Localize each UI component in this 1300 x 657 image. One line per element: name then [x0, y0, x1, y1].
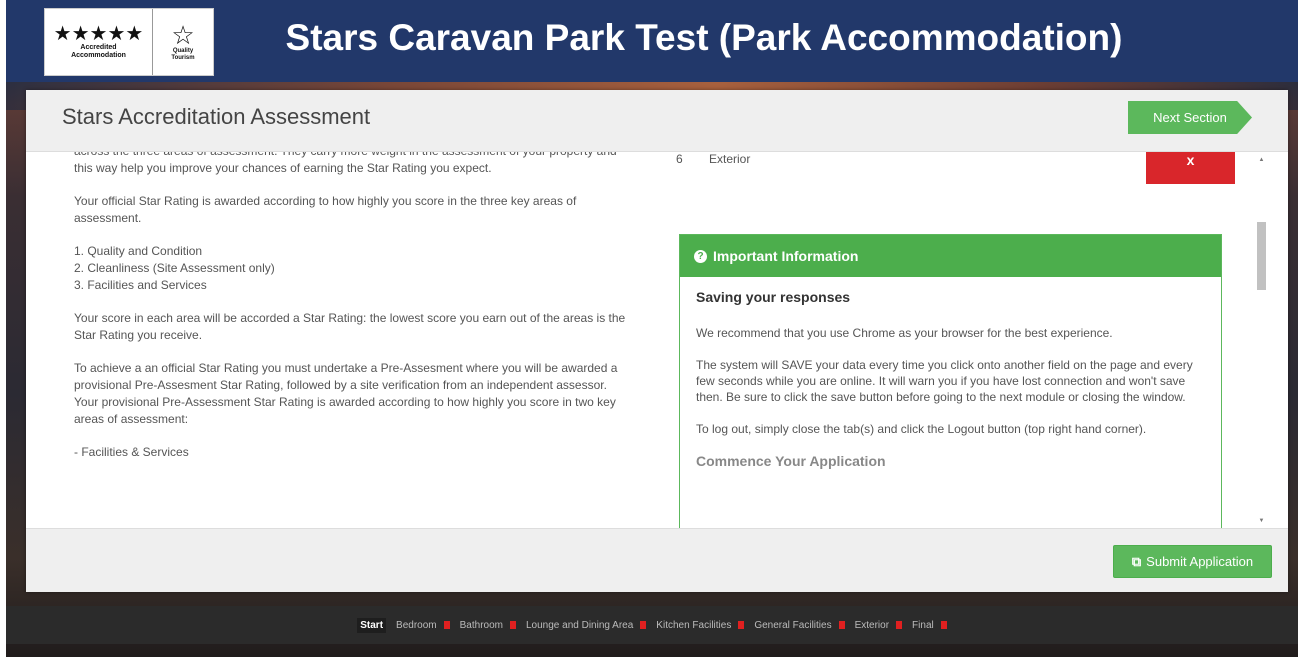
scroll-thumb[interactable] — [1257, 222, 1266, 290]
incomplete-marker-icon — [640, 621, 647, 629]
logo-tourism-text: Tourism — [171, 55, 195, 61]
panel-header: Stars Accreditation Assessment Next Sect… — [26, 90, 1288, 152]
incomplete-marker-icon — [738, 621, 745, 629]
intro-paragraph-5: - Facilities & Services — [74, 445, 189, 459]
logo-accredited-text: Accredited — [80, 44, 117, 51]
next-section-button[interactable]: Next Section — [1128, 101, 1252, 134]
nav-item-bathroom[interactable]: Bathroom — [460, 620, 516, 631]
info-paragraph-2: The system will SAVE your data every tim… — [696, 358, 1193, 404]
intro-paragraph-3: Your score in each area will be accorded… — [74, 311, 626, 342]
info-subheading: Commence Your Application — [696, 453, 886, 469]
nav-item-bedroom[interactable]: Bedroom — [396, 620, 450, 631]
quality-star-icon: ☆ — [171, 20, 195, 50]
submit-application-button[interactable]: ⧉ Submit Application — [1113, 545, 1272, 578]
nav-item-kitchen[interactable]: Kitchen Facilities — [656, 620, 745, 631]
background-frame: ★★★★★ Accredited Accommodation ☆ Quality… — [6, 0, 1298, 657]
star-accreditation-logo: ★★★★★ Accredited Accommodation — [45, 9, 153, 75]
info-heading: Saving your responses — [696, 289, 851, 305]
incomplete-marker-icon — [509, 621, 516, 629]
panel-footer: ⧉ Submit Application — [26, 528, 1288, 592]
list-item: 1. Quality and Condition — [74, 244, 203, 258]
page-title: Stars Caravan Park Test (Park Accommodat… — [285, 17, 1123, 58]
module-row-exterior: 6 Exterior x — [671, 152, 1235, 188]
info-box-body: Saving your responses We recommend that … — [680, 277, 1221, 481]
logo-accommodation-text: Accommodation — [71, 52, 126, 59]
right-column: 6 Exterior x ? Important Information Sav… — [671, 152, 1251, 528]
content-scrollbar[interactable]: ▲ ▼ — [1254, 152, 1268, 528]
logo-quality-text: Quality — [172, 48, 194, 54]
edit-icon: ⧉ — [1131, 553, 1142, 569]
scroll-down-arrow-icon[interactable]: ▼ — [1257, 517, 1266, 526]
info-box-title: Important Information — [713, 248, 859, 264]
module-label: Exterior — [709, 152, 751, 166]
info-paragraph-1: We recommend that you use Chrome as your… — [696, 326, 1113, 340]
intro-paragraph-2: Your official Star Rating is awarded acc… — [74, 194, 577, 225]
nav-item-general-facilities[interactable]: General Facilities — [754, 620, 845, 631]
panel-title: Stars Accreditation Assessment — [62, 104, 371, 129]
nav-item-start[interactable]: Start — [357, 617, 387, 633]
nav-item-exterior[interactable]: Exterior — [855, 620, 903, 631]
submit-label: Submit Application — [1146, 554, 1254, 569]
important-information-box: ? Important Information Saving your resp… — [679, 234, 1222, 528]
list-item: 2. Cleanliness (Site Assessment only) — [74, 261, 275, 275]
info-box-header: ? Important Information — [680, 235, 1221, 277]
five-stars-icon: ★★★★★ — [53, 23, 144, 45]
site-header: ★★★★★ Accredited Accommodation ☆ Quality… — [6, 0, 1298, 82]
scroll-content[interactable]: across the three areas of assessment. Th… — [26, 152, 1288, 528]
info-paragraph-3: To log out, simply close the tab(s) and … — [696, 422, 1147, 436]
nav-item-lounge-dining[interactable]: Lounge and Dining Area — [526, 620, 647, 631]
accreditation-logo: ★★★★★ Accredited Accommodation ☆ Quality… — [44, 8, 214, 76]
quality-tourism-logo: ☆ Quality Tourism — [153, 9, 213, 75]
question-circle-icon: ? — [694, 249, 707, 263]
intro-paragraph-1: across the three areas of assessment. Th… — [74, 152, 617, 175]
assessment-panel: Stars Accreditation Assessment Next Sect… — [26, 90, 1288, 592]
assessment-areas-list: 1. Quality and Condition 2. Cleanliness … — [74, 243, 634, 294]
nav-item-final[interactable]: Final — [912, 620, 947, 631]
remove-module-button[interactable]: x — [1146, 152, 1235, 184]
scroll-up-arrow-icon[interactable]: ▲ — [1257, 156, 1266, 165]
incomplete-marker-icon — [940, 621, 947, 629]
incomplete-marker-icon — [443, 621, 450, 629]
list-item: 3. Facilities and Services — [74, 278, 207, 292]
module-navigation: Start Bedroom Bathroom Lounge and Dining… — [6, 606, 1298, 644]
assessment-intro-text: across the three areas of assessment. Th… — [74, 152, 634, 477]
intro-paragraph-4: To achieve a an official Star Rating you… — [74, 361, 618, 426]
incomplete-marker-icon — [896, 621, 903, 629]
module-number: 6 — [676, 152, 683, 166]
incomplete-marker-icon — [838, 621, 845, 629]
